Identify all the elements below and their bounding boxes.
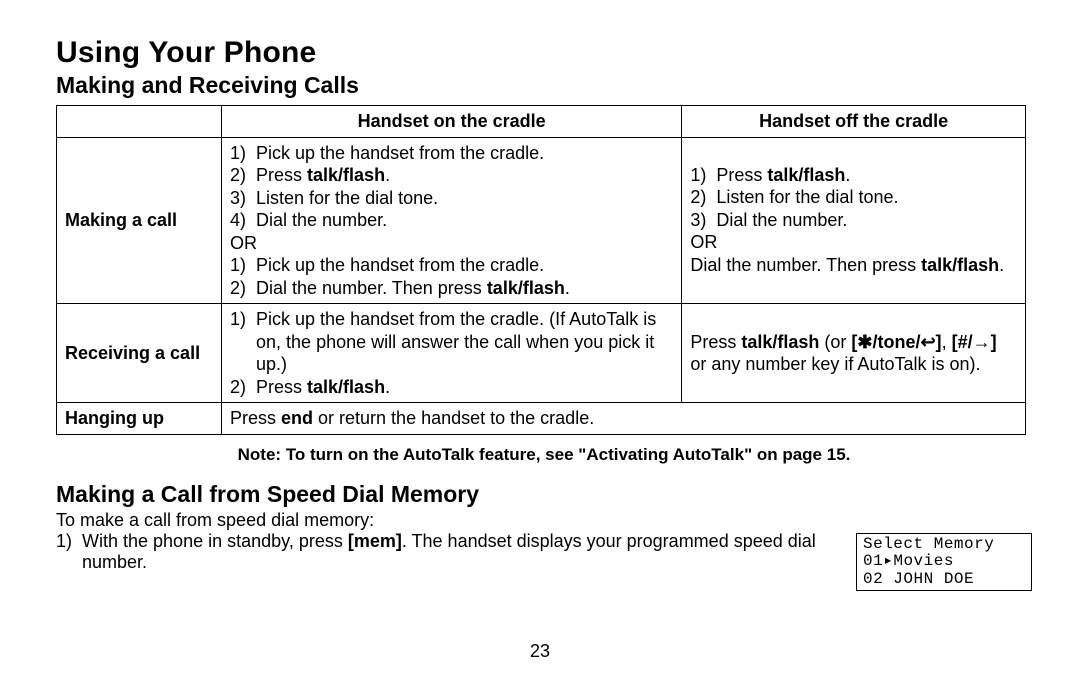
page-number: 23 <box>0 641 1080 662</box>
list-txt: Pick up the handset from the cradle. (If… <box>256 308 673 376</box>
col-on-cradle: Handset on the cradle <box>222 106 682 138</box>
list-txt: Press talk/flash. <box>256 376 673 399</box>
list-txt: Dial the number. <box>256 209 544 232</box>
list-txt: Dial the number. <box>716 209 898 232</box>
off-tail: Dial the number. Then press talk/flash. <box>690 254 1017 277</box>
list-num: 2) <box>230 164 256 187</box>
section-heading-calls: Making and Receiving Calls <box>56 72 1032 99</box>
receiving-off-cradle: Press talk/flash (or [✱/tone/↩], [#/→] o… <box>682 304 1026 403</box>
list-txt: Pick up the handset from the cradle. <box>256 254 570 277</box>
row-receiving-call: Receiving a call 1)Pick up the handset f… <box>57 304 1026 403</box>
list-num: 4) <box>230 209 256 232</box>
speed-dial-step: 1) With the phone in standby, press [mem… <box>56 531 844 573</box>
list-num: 1) <box>56 531 82 573</box>
or-text: OR <box>690 231 1017 254</box>
list-num: 2) <box>230 376 256 399</box>
hangup-text: Press end or return the handset to the c… <box>222 403 1026 435</box>
table-header-row: Handset on the cradle Handset off the cr… <box>57 106 1026 138</box>
list-num: 2) <box>690 186 716 209</box>
list-txt: Pick up the handset from the cradle. <box>256 142 544 165</box>
list-num: 1) <box>230 142 256 165</box>
list-txt: Press talk/flash. <box>256 164 544 187</box>
list-txt: Dial the number. Then press talk/flash. <box>256 277 570 300</box>
label-making-call: Making a call <box>57 137 222 304</box>
list-txt: Listen for the dial tone. <box>716 186 898 209</box>
or-text: OR <box>230 232 673 255</box>
page-title: Using Your Phone <box>56 36 1032 70</box>
speed-dial-intro: To make a call from speed dial memory: <box>56 510 1032 531</box>
list-num: 3) <box>230 187 256 210</box>
list-txt: With the phone in standby, press [mem]. … <box>82 531 844 573</box>
col-blank <box>57 106 222 138</box>
list-txt: Press talk/flash. <box>716 164 898 187</box>
making-on-cradle: 1)Pick up the handset from the cradle. 2… <box>222 137 682 304</box>
label-receiving-call: Receiving a call <box>57 304 222 403</box>
lcd-display: Select Memory 01▸Movies 02 JOHN DOE <box>856 533 1032 592</box>
calls-table: Handset on the cradle Handset off the cr… <box>56 105 1026 435</box>
making-off-cradle: 1)Press talk/flash. 2)Listen for the dia… <box>682 137 1026 304</box>
list-num: 1) <box>230 308 256 376</box>
autotalk-note: Note: To turn on the AutoTalk feature, s… <box>56 445 1032 465</box>
row-hanging-up: Hanging up Press end or return the hands… <box>57 403 1026 435</box>
col-off-cradle: Handset off the cradle <box>682 106 1026 138</box>
section-heading-speed-dial: Making a Call from Speed Dial Memory <box>56 481 1032 508</box>
manual-page: Using Your Phone Making and Receiving Ca… <box>0 0 1080 688</box>
label-hanging-up: Hanging up <box>57 403 222 435</box>
list-txt: Listen for the dial tone. <box>256 187 544 210</box>
list-num: 3) <box>690 209 716 232</box>
list-num: 1) <box>690 164 716 187</box>
list-num: 1) <box>230 254 256 277</box>
row-making-call: Making a call 1)Pick up the handset from… <box>57 137 1026 304</box>
list-num: 2) <box>230 277 256 300</box>
receiving-on-cradle: 1)Pick up the handset from the cradle. (… <box>222 304 682 403</box>
